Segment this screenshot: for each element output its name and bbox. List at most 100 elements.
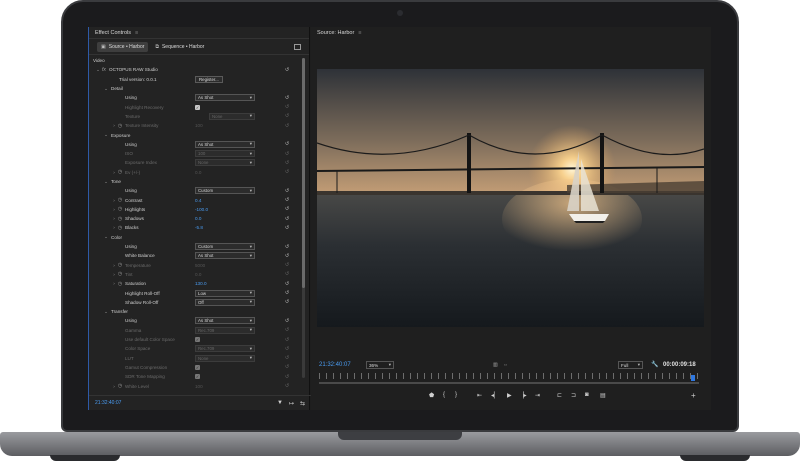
- panel-menu-icon[interactable]: ≡: [358, 30, 361, 36]
- expand-chevron-icon[interactable]: ⌄: [103, 234, 109, 240]
- shadow-rolloff-dropdown[interactable]: Off: [195, 298, 255, 306]
- stopwatch-icon[interactable]: ◷: [117, 197, 123, 203]
- scrub-track[interactable]: [319, 382, 699, 384]
- reset-icon[interactable]: ↺: [285, 281, 289, 287]
- play-only-audio-icon[interactable]: ↦: [289, 400, 294, 407]
- time-ruler[interactable]: [319, 373, 699, 387]
- reset-icon[interactable]: ↺: [285, 346, 289, 352]
- tab-sequence-harbor[interactable]: ⧉ Sequence • Harbor: [151, 42, 208, 52]
- reset-icon[interactable]: ↺: [285, 169, 289, 175]
- sdr-tone-mapping-checkbox[interactable]: ✓: [195, 374, 200, 380]
- transfer-using-dropdown[interactable]: As Shot: [195, 317, 255, 325]
- highlight-recovery-checkbox[interactable]: ✓: [195, 104, 200, 110]
- gamma-dropdown[interactable]: Rec.709: [195, 326, 255, 334]
- reset-icon[interactable]: ↺: [285, 253, 289, 259]
- timeline-toggle-icon[interactable]: [294, 43, 301, 50]
- tab-source-harbor[interactable]: ▣ Source • Harbor: [97, 41, 149, 52]
- reset-icon[interactable]: ↺: [285, 141, 289, 147]
- add-marker-icon[interactable]: ⬟: [429, 392, 434, 399]
- reset-icon[interactable]: ↺: [285, 318, 289, 324]
- detail-using-dropdown[interactable]: As Shot: [195, 94, 255, 102]
- group-color[interactable]: ⌄ Color: [89, 233, 301, 242]
- toggle-proxies-icon[interactable]: ▤: [600, 392, 606, 399]
- mark-out-icon[interactable]: }: [455, 392, 457, 398]
- reset-icon[interactable]: ↺: [285, 123, 289, 129]
- lut-dropdown[interactable]: None: [195, 354, 255, 362]
- highlights-value[interactable]: -100.0: [195, 207, 208, 212]
- reset-icon[interactable]: ↺: [285, 262, 289, 268]
- color-space-dropdown[interactable]: Rec.709: [195, 345, 255, 353]
- stopwatch-icon[interactable]: ◷: [117, 271, 123, 277]
- blacks-value[interactable]: -5.8: [195, 225, 203, 230]
- zoom-dropdown[interactable]: 36%: [366, 361, 394, 369]
- reset-icon[interactable]: ↺: [285, 95, 289, 101]
- stopwatch-icon[interactable]: ◷: [117, 206, 123, 212]
- reset-icon[interactable]: ↺: [285, 216, 289, 222]
- contrast-value[interactable]: 0.4: [195, 198, 201, 203]
- shadows-value[interactable]: 0.0: [195, 216, 201, 221]
- go-to-in-icon[interactable]: ⇤: [477, 392, 482, 399]
- video-frame[interactable]: [317, 69, 704, 327]
- stopwatch-icon[interactable]: ◷: [117, 216, 123, 222]
- effect-row[interactable]: ⌄ fx OCTOPUS RAW Studio ↺: [89, 65, 301, 74]
- expand-chevron-icon[interactable]: ⌄: [103, 179, 109, 185]
- panel-menu-icon[interactable]: ≡: [135, 30, 138, 36]
- insert-marker-icon[interactable]: ▥: [493, 362, 498, 368]
- reset-icon[interactable]: ↺: [285, 151, 289, 157]
- stopwatch-icon[interactable]: ◷: [117, 281, 123, 287]
- reset-icon[interactable]: ↺: [285, 104, 289, 110]
- expand-chevron-icon[interactable]: ⌄: [103, 132, 109, 138]
- use-default-cs-checkbox[interactable]: ✓: [195, 337, 200, 343]
- exposure-using-dropdown[interactable]: As Shot: [195, 140, 255, 148]
- stopwatch-icon[interactable]: ◷: [117, 169, 123, 175]
- reset-icon[interactable]: ↺: [285, 290, 289, 296]
- toggle-loop-icon[interactable]: ⇆: [300, 400, 305, 407]
- reset-icon[interactable]: ↺: [285, 383, 289, 389]
- overwrite-icon[interactable]: ⊐: [571, 392, 576, 399]
- texture-dropdown[interactable]: None: [209, 112, 255, 120]
- reset-icon[interactable]: ↺: [285, 355, 289, 361]
- reset-icon[interactable]: ↺: [285, 206, 289, 212]
- step-back-icon[interactable]: ◂▏: [491, 392, 499, 399]
- stopwatch-icon[interactable]: ◷: [117, 383, 123, 389]
- group-transfer[interactable]: ⌄ Transfer: [89, 307, 301, 316]
- playhead[interactable]: [691, 375, 696, 381]
- go-to-out-icon[interactable]: ⇥: [535, 392, 540, 399]
- reset-icon[interactable]: ↺: [285, 327, 289, 333]
- tone-using-dropdown[interactable]: Custom: [195, 187, 255, 195]
- playhead-timecode[interactable]: 21:32:40:07: [319, 362, 351, 368]
- reset-icon[interactable]: ↺: [285, 244, 289, 250]
- filter-icon[interactable]: ▼: [277, 400, 283, 407]
- reset-icon[interactable]: ↺: [285, 188, 289, 194]
- scrollbar-thumb[interactable]: [302, 58, 305, 288]
- iso-dropdown[interactable]: 100: [195, 150, 255, 158]
- expand-chevron-icon[interactable]: ⌄: [103, 86, 109, 92]
- effect-controls-scrollbar[interactable]: [302, 58, 305, 378]
- reset-icon[interactable]: ↺: [285, 113, 289, 119]
- group-exposure[interactable]: ⌄ Exposure: [89, 130, 301, 139]
- step-forward-icon[interactable]: ▕▸: [519, 392, 527, 399]
- reset-icon[interactable]: ↺: [285, 364, 289, 370]
- button-editor-plus-icon[interactable]: +: [691, 391, 696, 400]
- register-button[interactable]: Register...: [195, 75, 223, 83]
- reset-icon[interactable]: ↺: [285, 337, 289, 343]
- footer-timecode[interactable]: 21:32:40:07: [95, 400, 121, 406]
- play-icon[interactable]: ▶: [507, 392, 512, 399]
- reset-icon[interactable]: ↺: [285, 160, 289, 166]
- resolution-dropdown[interactable]: Full: [618, 361, 643, 369]
- highlight-rolloff-dropdown[interactable]: Low: [195, 289, 255, 297]
- stopwatch-icon[interactable]: ◷: [117, 123, 123, 129]
- group-tone[interactable]: ⌄ Tone: [89, 177, 301, 186]
- expand-chevron-icon[interactable]: ⌄: [103, 309, 109, 315]
- white-balance-dropdown[interactable]: As Shot: [195, 252, 255, 260]
- reset-icon[interactable]: ↺: [285, 67, 289, 73]
- export-frame-icon[interactable]: ◙: [585, 392, 589, 398]
- drag-video-icon[interactable]: ⇔: [503, 362, 508, 368]
- color-using-dropdown[interactable]: Custom: [195, 243, 255, 251]
- reset-icon[interactable]: ↺: [285, 271, 289, 277]
- group-detail[interactable]: ⌄ Detail: [89, 84, 301, 93]
- reset-icon[interactable]: ↺: [285, 299, 289, 305]
- reset-icon[interactable]: ↺: [285, 374, 289, 380]
- reset-icon[interactable]: ↺: [285, 197, 289, 203]
- reset-icon[interactable]: ↺: [285, 225, 289, 231]
